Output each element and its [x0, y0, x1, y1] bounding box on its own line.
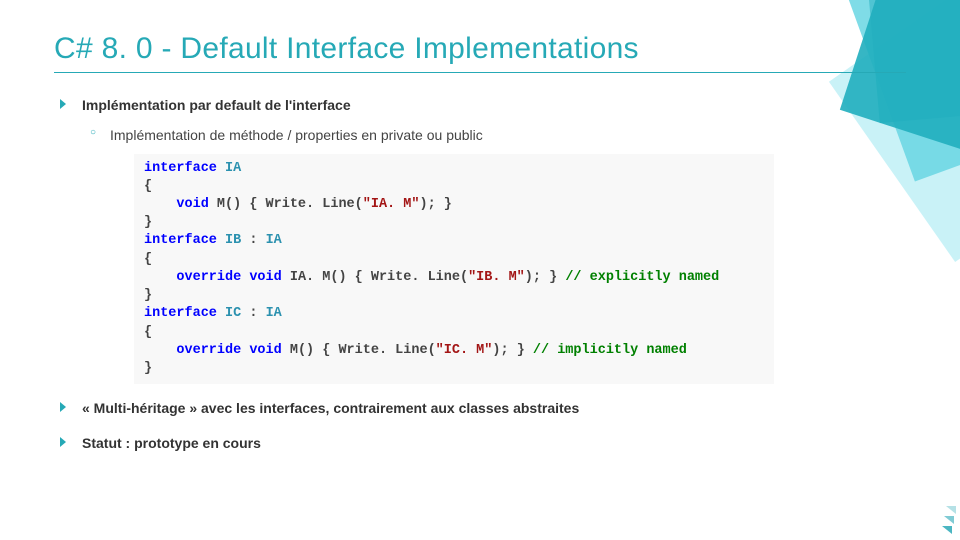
sub-bullet-text: Implémentation de méthode / properties e… [110, 127, 483, 143]
code-punct: { [144, 252, 152, 267]
code-punct: } [144, 288, 152, 303]
code-comment: // explicitly named [565, 270, 719, 285]
code-snippet: interface IA { void M() { Write. Line("I… [134, 154, 774, 385]
code-punct: : [249, 306, 257, 321]
code-keyword: void [249, 270, 281, 285]
code-text: ); } [419, 197, 451, 212]
code-punct: { [144, 179, 152, 194]
code-type: IA [266, 233, 282, 248]
bullet-text: Implémentation par default de l'interfac… [82, 97, 351, 113]
code-punct: : [249, 233, 257, 248]
code-keyword: interface [144, 306, 217, 321]
decorative-footer-triangles [946, 506, 956, 534]
sub-bullet-list: Implémentation de méthode / properties e… [82, 125, 906, 145]
code-punct: { [144, 325, 152, 340]
sub-bullet-item: Implémentation de méthode / properties e… [82, 125, 906, 145]
code-text: M() { Write. Line( [217, 197, 363, 212]
slide-title: C# 8. 0 - Default Interface Implementati… [54, 32, 906, 73]
code-text: M() { Write. Line( [290, 343, 436, 358]
code-type: IC [225, 306, 241, 321]
code-comment: // implicitly named [533, 343, 687, 358]
code-type: IB [225, 233, 241, 248]
code-type: IA [266, 306, 282, 321]
code-punct: } [144, 215, 152, 230]
code-text: IA. M() { Write. Line( [290, 270, 468, 285]
code-text: ); } [525, 270, 557, 285]
bullet-item: Statut : prototype en cours [54, 433, 906, 453]
code-keyword: interface [144, 233, 217, 248]
bullet-list: Implémentation par default de l'interfac… [54, 95, 906, 453]
code-keyword: override [176, 270, 241, 285]
code-keyword: void [249, 343, 281, 358]
bullet-item: « Multi-héritage » avec les interfaces, … [54, 398, 906, 418]
code-string: "IC. M" [436, 343, 493, 358]
code-keyword: interface [144, 161, 217, 176]
code-keyword: void [176, 197, 208, 212]
bullet-item: Implémentation par default de l'interfac… [54, 95, 906, 384]
code-punct: } [144, 361, 152, 376]
code-string: "IB. M" [468, 270, 525, 285]
slide-body: C# 8. 0 - Default Interface Implementati… [0, 0, 960, 540]
code-keyword: override [176, 343, 241, 358]
code-string: "IA. M" [363, 197, 420, 212]
code-text: ); } [492, 343, 524, 358]
bullet-text: Statut : prototype en cours [82, 435, 261, 451]
code-type: IA [225, 161, 241, 176]
bullet-text: « Multi-héritage » avec les interfaces, … [82, 400, 579, 416]
